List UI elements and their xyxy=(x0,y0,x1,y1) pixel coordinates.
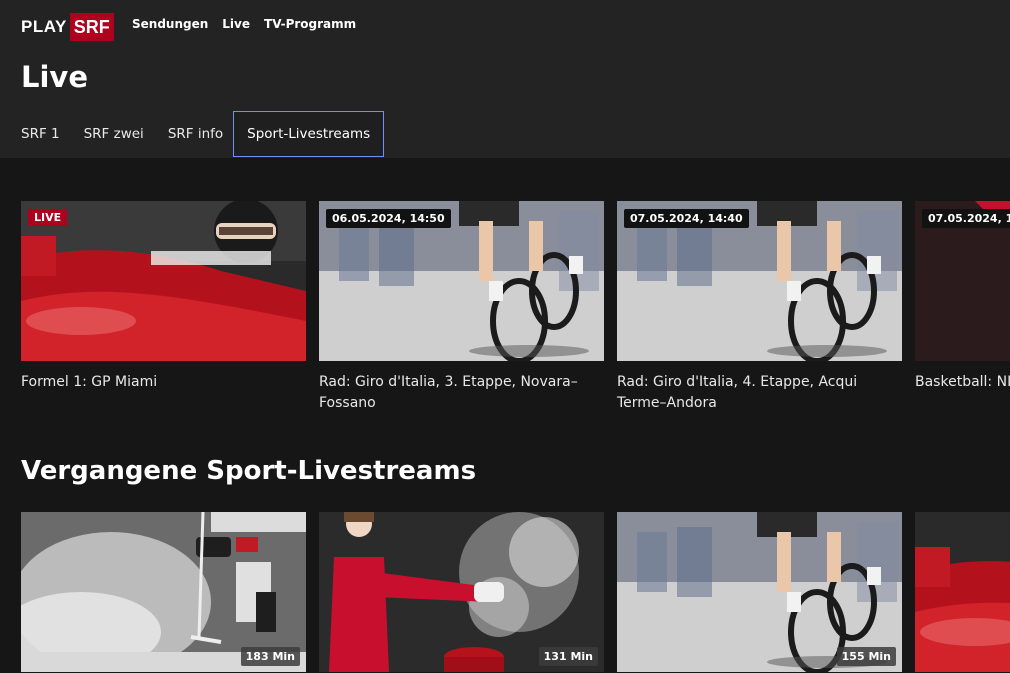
past-card-cycling[interactable]: 155 Min xyxy=(617,512,902,672)
channel-tabs: SRF 1 SRF zwei SRF info Sport-Livestream… xyxy=(0,111,385,157)
past-card-formula1[interactable] xyxy=(915,512,1010,672)
live-card-basketball[interactable]: 07.05.2024, 18: Basketball: NL Spiel 4, … xyxy=(915,201,1010,393)
date-badge: 06.05.2024, 14:50 xyxy=(326,209,451,228)
card-title: Formel 1: GP Miami xyxy=(21,374,158,390)
page-title: Live xyxy=(21,60,88,94)
card-title: Rad: Giro d'Italia, 4. Etappe, Acqui Ter… xyxy=(617,374,858,411)
thumbnail-gymnastics-chalk: 131 Min xyxy=(319,512,604,672)
main-nav: Sendungen Live TV-Programm xyxy=(132,17,370,31)
thumbnail-formula1-driver: LIVE xyxy=(21,201,306,361)
thumbnail-cycling: 155 Min xyxy=(617,512,902,672)
duration-badge: 155 Min xyxy=(836,647,896,666)
card-title: Rad: Giro d'Italia, 3. Etappe, Novara–Fo… xyxy=(319,374,578,411)
nav-sendungen[interactable]: Sendungen xyxy=(132,17,208,31)
live-card-giro-3[interactable]: 06.05.2024, 14:50 Rad: Giro d'Italia, 3.… xyxy=(319,201,604,414)
duration-badge: 131 Min xyxy=(538,647,598,666)
nav-live[interactable]: Live xyxy=(222,17,250,31)
tab-srf1[interactable]: SRF 1 xyxy=(0,111,84,157)
tab-sport-livestreams[interactable]: Sport-Livestreams xyxy=(233,111,385,157)
thumbnail-formula1 xyxy=(915,512,1010,672)
date-badge: 07.05.2024, 14:40 xyxy=(624,209,749,228)
nav-tv-programm[interactable]: TV-Programm xyxy=(264,17,356,31)
date-badge: 07.05.2024, 18: xyxy=(922,209,1010,228)
past-card-gymnastics[interactable]: 131 Min xyxy=(319,512,604,672)
duration-badge: 183 Min xyxy=(240,647,300,666)
thumbnail-cycling: 06.05.2024, 14:50 xyxy=(319,201,604,361)
play-srf-logo[interactable]: PLAY SRF xyxy=(21,13,114,41)
logo-srf-text: SRF xyxy=(69,13,114,41)
tab-srf-zwei[interactable]: SRF zwei xyxy=(84,111,168,157)
live-card-formel1[interactable]: LIVE Formel 1: GP Miami xyxy=(21,201,306,393)
section-title: Vergangene Sport-Livestreams xyxy=(21,456,477,486)
card-title: Basketball: NL Spiel 4, Massa xyxy=(915,374,1010,390)
tab-srf-info[interactable]: SRF info xyxy=(168,111,233,157)
live-card-giro-4[interactable]: 07.05.2024, 14:40 Rad: Giro d'Italia, 4.… xyxy=(617,201,902,414)
live-badge: LIVE xyxy=(28,209,68,226)
logo-play-text: PLAY xyxy=(21,17,67,36)
past-card-ice-hockey[interactable]: 183 Min xyxy=(21,512,306,672)
thumbnail-cycling: 07.05.2024, 14:40 xyxy=(617,201,902,361)
thumbnail-basketball: 07.05.2024, 18: xyxy=(915,201,1010,361)
thumbnail-ice-hockey: 183 Min xyxy=(21,512,306,672)
